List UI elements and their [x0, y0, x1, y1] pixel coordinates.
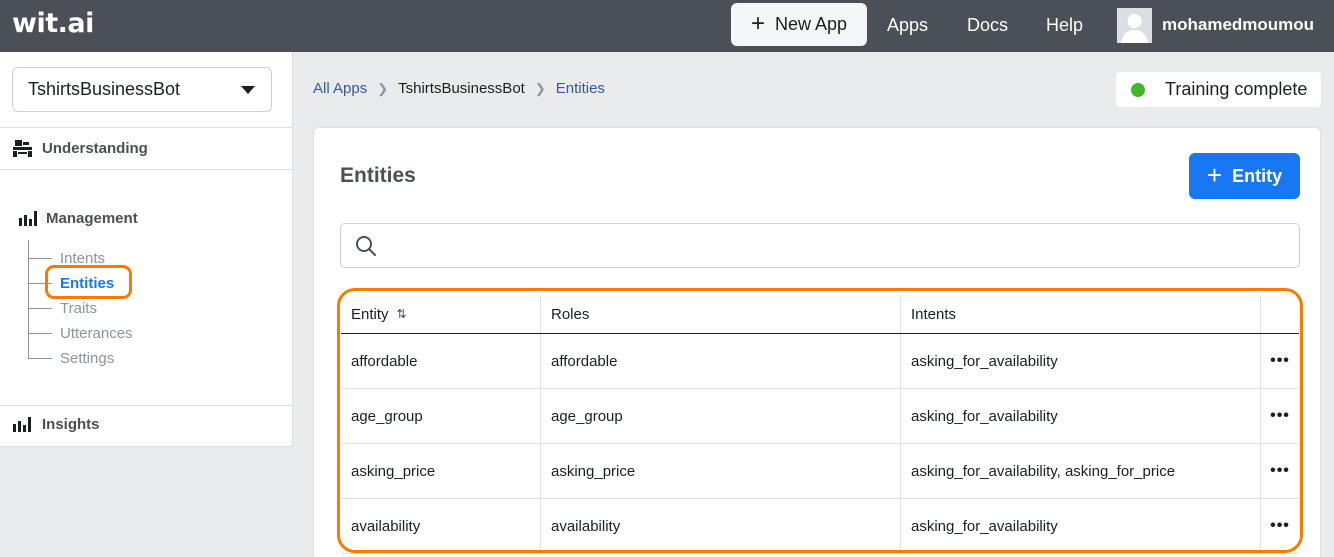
breadcrumb-current[interactable]: Entities [556, 80, 605, 97]
entities-highlight-annotation [45, 265, 132, 299]
tree-branch [28, 332, 52, 334]
new-app-button[interactable]: + New App [731, 3, 867, 46]
page-title: Entities [340, 164, 416, 187]
tree-branch [28, 357, 52, 359]
nav-docs-link[interactable]: Docs [967, 15, 1008, 36]
sidebar-item-label: Utterances [60, 324, 133, 342]
training-status-text: Training complete [1165, 79, 1308, 99]
sidebar-item-settings[interactable]: Settings [28, 348, 114, 368]
caret-down-icon [241, 85, 255, 94]
new-app-label: New App [774, 14, 848, 34]
column-header-label: Roles [551, 305, 590, 323]
understanding-icon [13, 140, 32, 157]
tree-branch [28, 257, 52, 259]
sidebar-item-label: Settings [60, 349, 115, 367]
table-header-row: Entity ⇅ Roles Intents [341, 295, 1299, 334]
sidebar-item-utterances[interactable]: Utterances [28, 323, 133, 343]
more-options-icon[interactable]: ••• [1270, 407, 1290, 425]
sidebar-section-insights[interactable]: Insights [0, 416, 292, 433]
roles-cell: asking_price [541, 444, 901, 498]
nav-apps-link[interactable]: Apps [887, 15, 928, 36]
table-row[interactable]: asking_price asking_price asking_for_ava… [341, 444, 1299, 499]
entities-table: Entity ⇅ Roles Intents affordable afford… [341, 295, 1299, 554]
entity-cell[interactable]: age_group [341, 389, 541, 443]
nav-help-link[interactable]: Help [1046, 15, 1083, 36]
app-selector-dropdown[interactable]: TshirtsBusinessBot [12, 67, 272, 112]
column-header-actions [1261, 295, 1299, 333]
sidebar-divider [0, 169, 292, 170]
search-field[interactable] [340, 223, 1300, 268]
more-options-icon[interactable]: ••• [1270, 462, 1290, 480]
wit-ai-logo[interactable]: wit.ai [12, 8, 94, 39]
sidebar-item-label: Intents [60, 249, 106, 267]
intents-cell: asking_for_availability, asking_for_pric… [901, 444, 1261, 498]
roles-cell: affordable [541, 334, 901, 388]
breadcrumb: All Apps ❯ TshirtsBusinessBot ❯ Entities [313, 80, 605, 97]
table-row[interactable]: affordable affordable asking_for_availab… [341, 334, 1299, 389]
sidebar-section-management[interactable]: Management [0, 210, 292, 227]
column-header-entity[interactable]: Entity ⇅ [341, 295, 541, 333]
intents-cell: asking_for_availability [901, 334, 1261, 388]
add-entity-button[interactable]: + Entity [1189, 153, 1300, 199]
top-navigation-bar: wit.ai + New App Apps Docs Help mohamedm… [0, 0, 1334, 52]
status-dot-icon [1131, 82, 1145, 97]
sidebar-divider [0, 127, 292, 128]
row-actions-cell: ••• [1261, 334, 1299, 388]
understanding-label: Understanding [42, 140, 148, 157]
insights-chart-icon [13, 417, 31, 432]
search-icon [356, 235, 376, 256]
more-options-icon[interactable]: ••• [1270, 517, 1290, 535]
breadcrumb-all-apps[interactable]: All Apps [313, 80, 367, 97]
intents-cell: asking_for_availability [901, 389, 1261, 443]
roles-cell: availability [541, 499, 901, 553]
row-actions-cell: ••• [1261, 444, 1299, 498]
chevron-right-icon: ❯ [377, 80, 389, 96]
entity-cell[interactable]: availability [341, 499, 541, 553]
sort-icon[interactable]: ⇅ [397, 307, 407, 321]
insights-label: Insights [42, 416, 100, 433]
add-entity-label: Entity [1232, 165, 1283, 186]
entity-cell[interactable]: asking_price [341, 444, 541, 498]
plus-icon: + [750, 9, 765, 37]
username[interactable]: mohamedmoumou [1162, 15, 1314, 35]
table-row[interactable]: availability availability asking_for_ava… [341, 499, 1299, 554]
sidebar-divider [0, 405, 292, 406]
sidebar-item-traits[interactable]: Traits [28, 298, 97, 318]
user-silhouette-icon [1117, 8, 1152, 43]
column-header-label: Entity [351, 305, 389, 323]
table-row[interactable]: age_group age_group asking_for_availabil… [341, 389, 1299, 444]
roles-cell: age_group [541, 389, 901, 443]
entity-cell[interactable]: affordable [341, 334, 541, 388]
training-status-badge: Training complete [1116, 72, 1321, 107]
column-header-roles: Roles [541, 295, 901, 333]
column-header-intents: Intents [901, 295, 1261, 333]
row-actions-cell: ••• [1261, 389, 1299, 443]
management-label: Management [46, 210, 138, 227]
chevron-right-icon: ❯ [534, 80, 546, 96]
intents-cell: asking_for_availability [901, 499, 1261, 553]
sidebar-item-label: Traits [60, 299, 97, 317]
bar-chart-icon [19, 211, 37, 226]
app-selector-value: TshirtsBusinessBot [28, 79, 181, 99]
sidebar-section-understanding[interactable]: Understanding [0, 139, 292, 158]
tree-branch [28, 307, 52, 309]
column-header-label: Intents [911, 305, 957, 323]
more-options-icon[interactable]: ••• [1270, 352, 1290, 370]
breadcrumb-app[interactable]: TshirtsBusinessBot [398, 80, 525, 97]
search-input[interactable] [387, 224, 1299, 267]
user-avatar[interactable] [1117, 8, 1152, 43]
sidebar: TshirtsBusinessBot Understanding Managem… [0, 52, 293, 447]
row-actions-cell: ••• [1261, 499, 1299, 553]
plus-icon: + [1206, 159, 1223, 190]
